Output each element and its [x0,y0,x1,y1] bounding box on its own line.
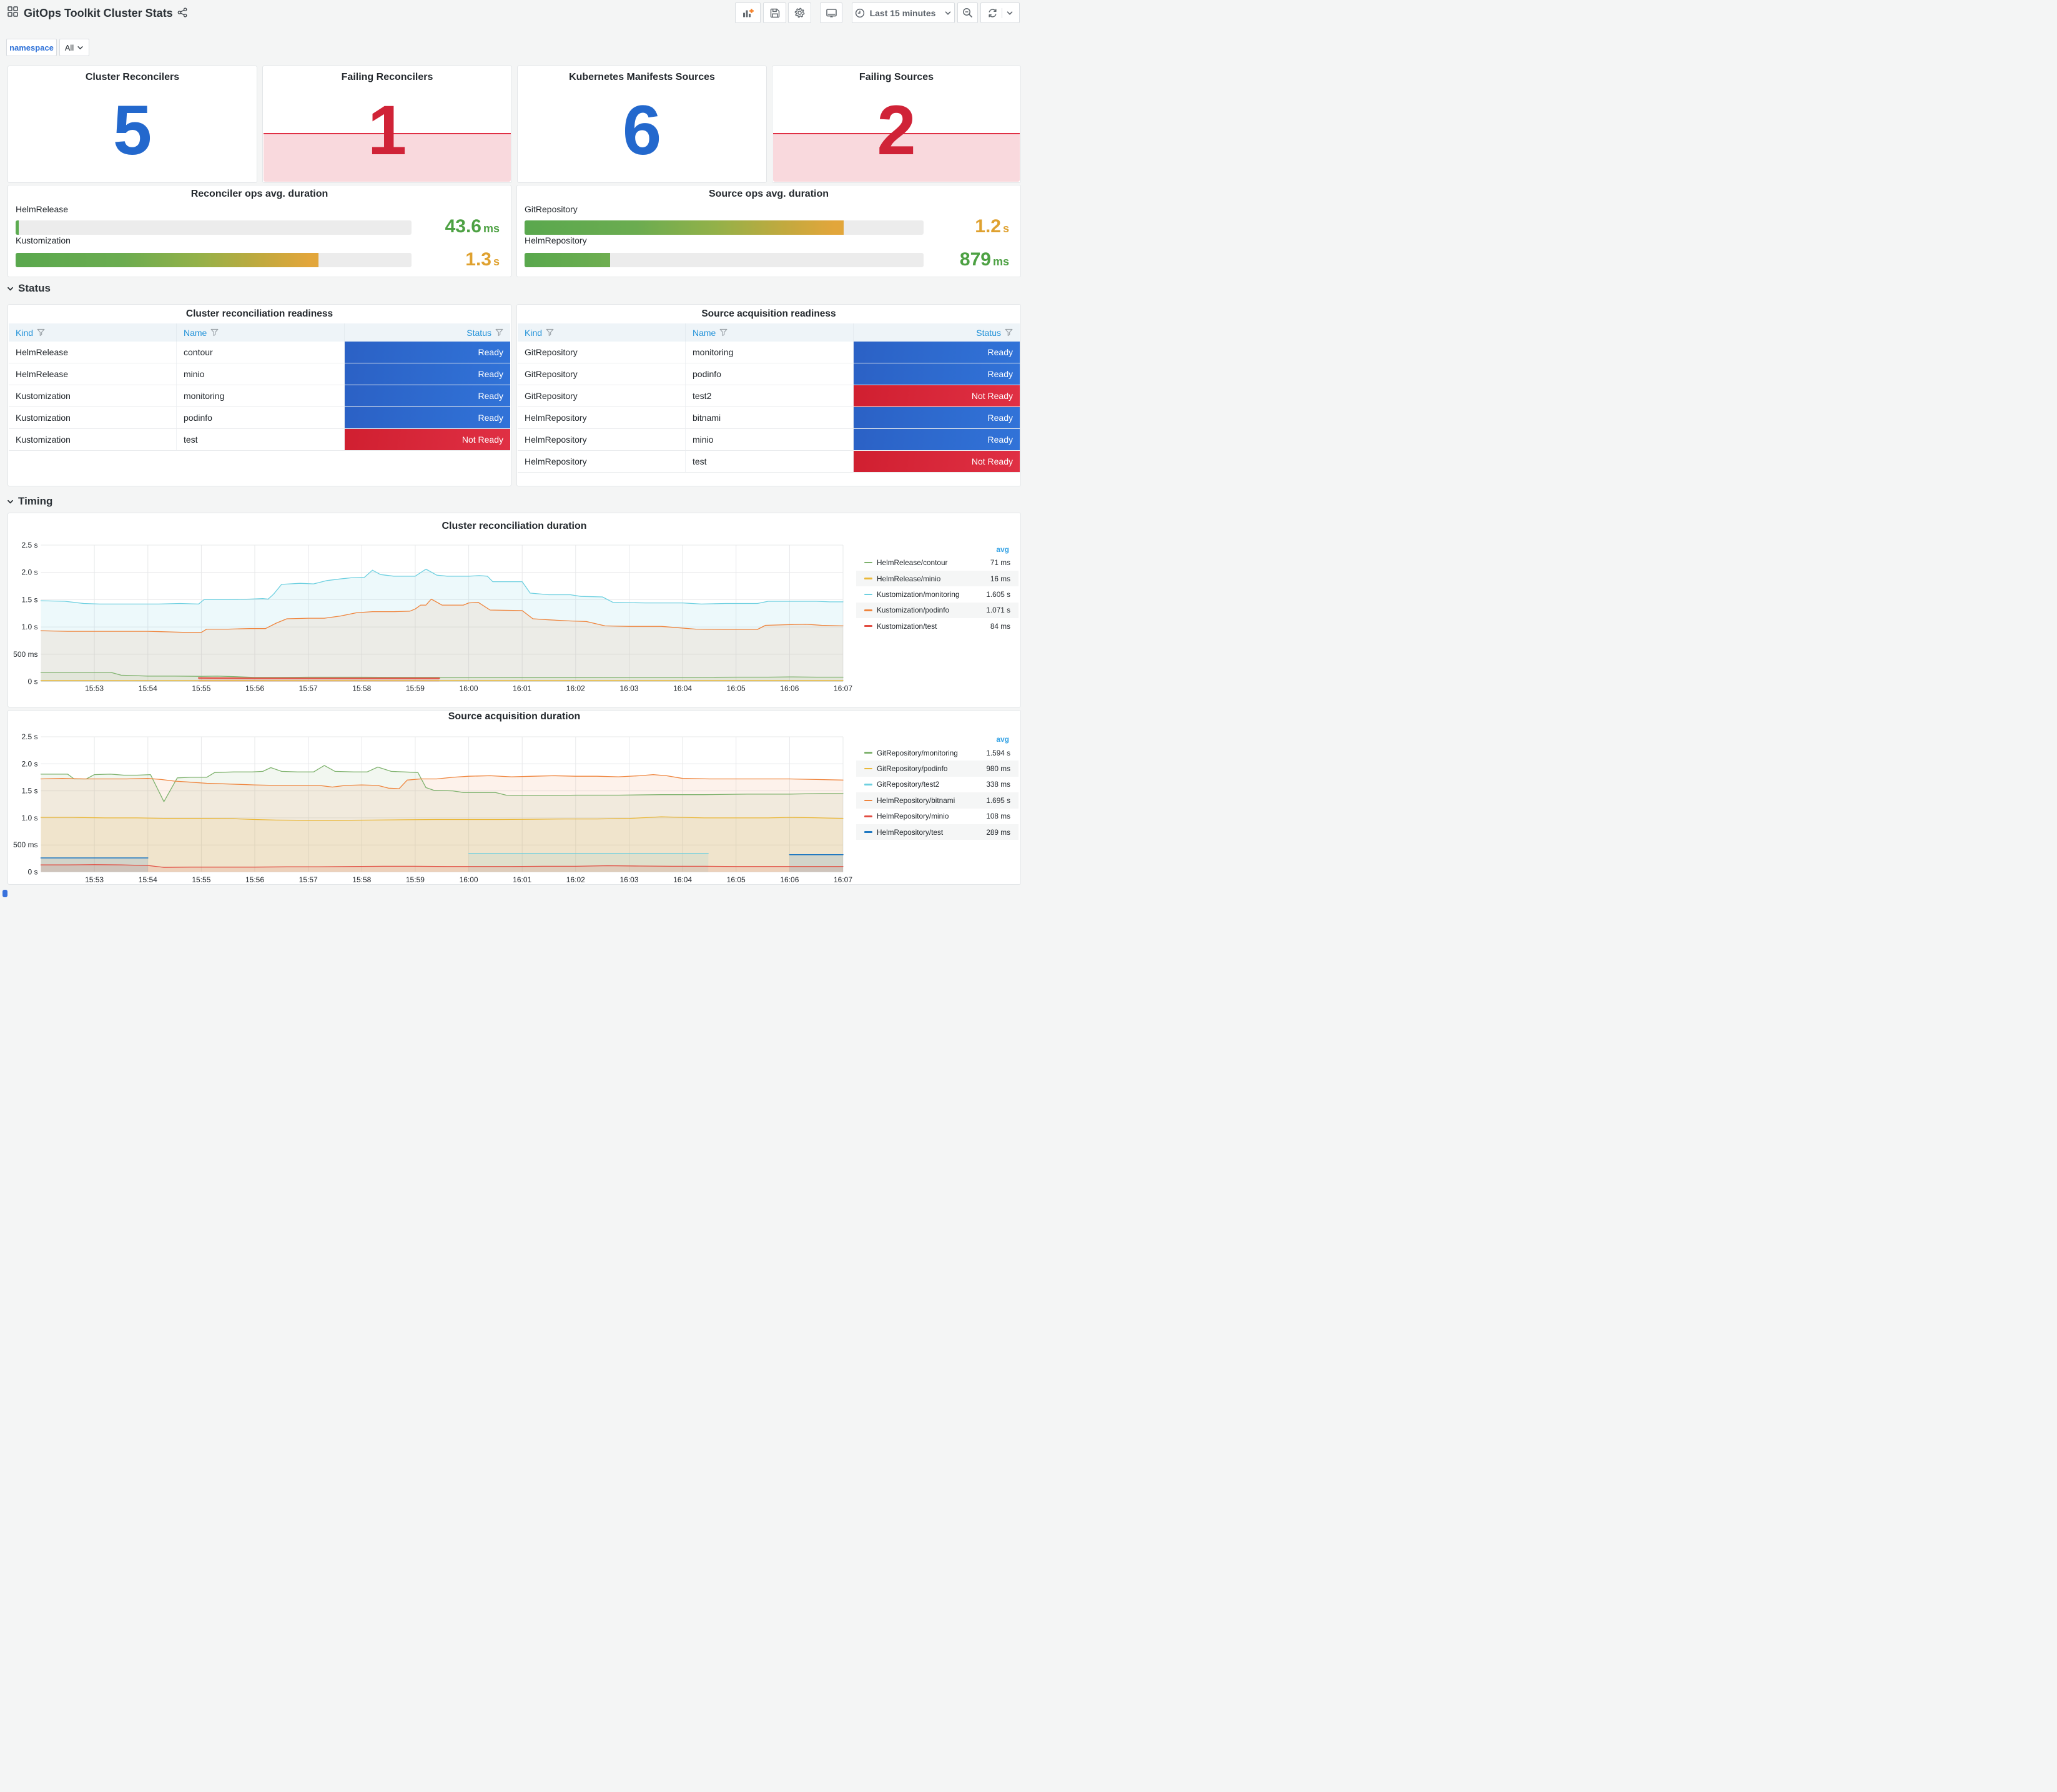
svg-text:16:01: 16:01 [513,684,531,693]
svg-text:16:00: 16:00 [460,684,478,693]
svg-text:16:00: 16:00 [460,875,478,884]
svg-text:16:06: 16:06 [780,875,799,884]
svg-text:1.0 s: 1.0 s [21,623,37,631]
svg-text:15:58: 15:58 [352,684,371,693]
svg-text:16:03: 16:03 [619,684,638,693]
svg-text:2.0 s: 2.0 s [21,759,37,768]
svg-text:500 ms: 500 ms [13,840,37,849]
svg-text:16:02: 16:02 [566,875,585,884]
svg-text:16:07: 16:07 [834,875,852,884]
svg-text:2.5 s: 2.5 s [21,732,37,741]
svg-text:15:54: 15:54 [139,684,157,693]
svg-text:15:56: 15:56 [245,684,264,693]
svg-text:16:02: 16:02 [566,684,585,693]
svg-text:0 s: 0 s [27,868,37,877]
svg-text:16:06: 16:06 [780,684,799,693]
svg-text:15:53: 15:53 [85,684,104,693]
svg-text:15:59: 15:59 [406,875,425,884]
svg-text:16:05: 16:05 [727,684,746,693]
svg-text:15:54: 15:54 [139,875,157,884]
svg-text:15:55: 15:55 [192,684,210,693]
svg-text:500 ms: 500 ms [13,650,37,659]
svg-text:16:05: 16:05 [727,875,746,884]
svg-text:16:07: 16:07 [834,684,852,693]
svg-text:15:57: 15:57 [299,875,318,884]
svg-text:16:04: 16:04 [673,684,692,693]
svg-text:16:04: 16:04 [673,875,692,884]
svg-text:15:57: 15:57 [299,684,318,693]
svg-text:2.5 s: 2.5 s [21,541,37,549]
svg-text:16:03: 16:03 [619,875,638,884]
svg-text:1.5 s: 1.5 s [21,787,37,795]
svg-text:15:59: 15:59 [406,684,425,693]
svg-text:15:56: 15:56 [245,875,264,884]
svg-text:1.5 s: 1.5 s [21,595,37,604]
svg-text:2.0 s: 2.0 s [21,568,37,577]
svg-text:15:55: 15:55 [192,875,210,884]
svg-text:16:01: 16:01 [513,875,531,884]
svg-text:15:58: 15:58 [352,875,371,884]
svg-text:15:53: 15:53 [85,875,104,884]
svg-text:1.0 s: 1.0 s [21,814,37,822]
svg-text:0 s: 0 s [27,677,37,686]
